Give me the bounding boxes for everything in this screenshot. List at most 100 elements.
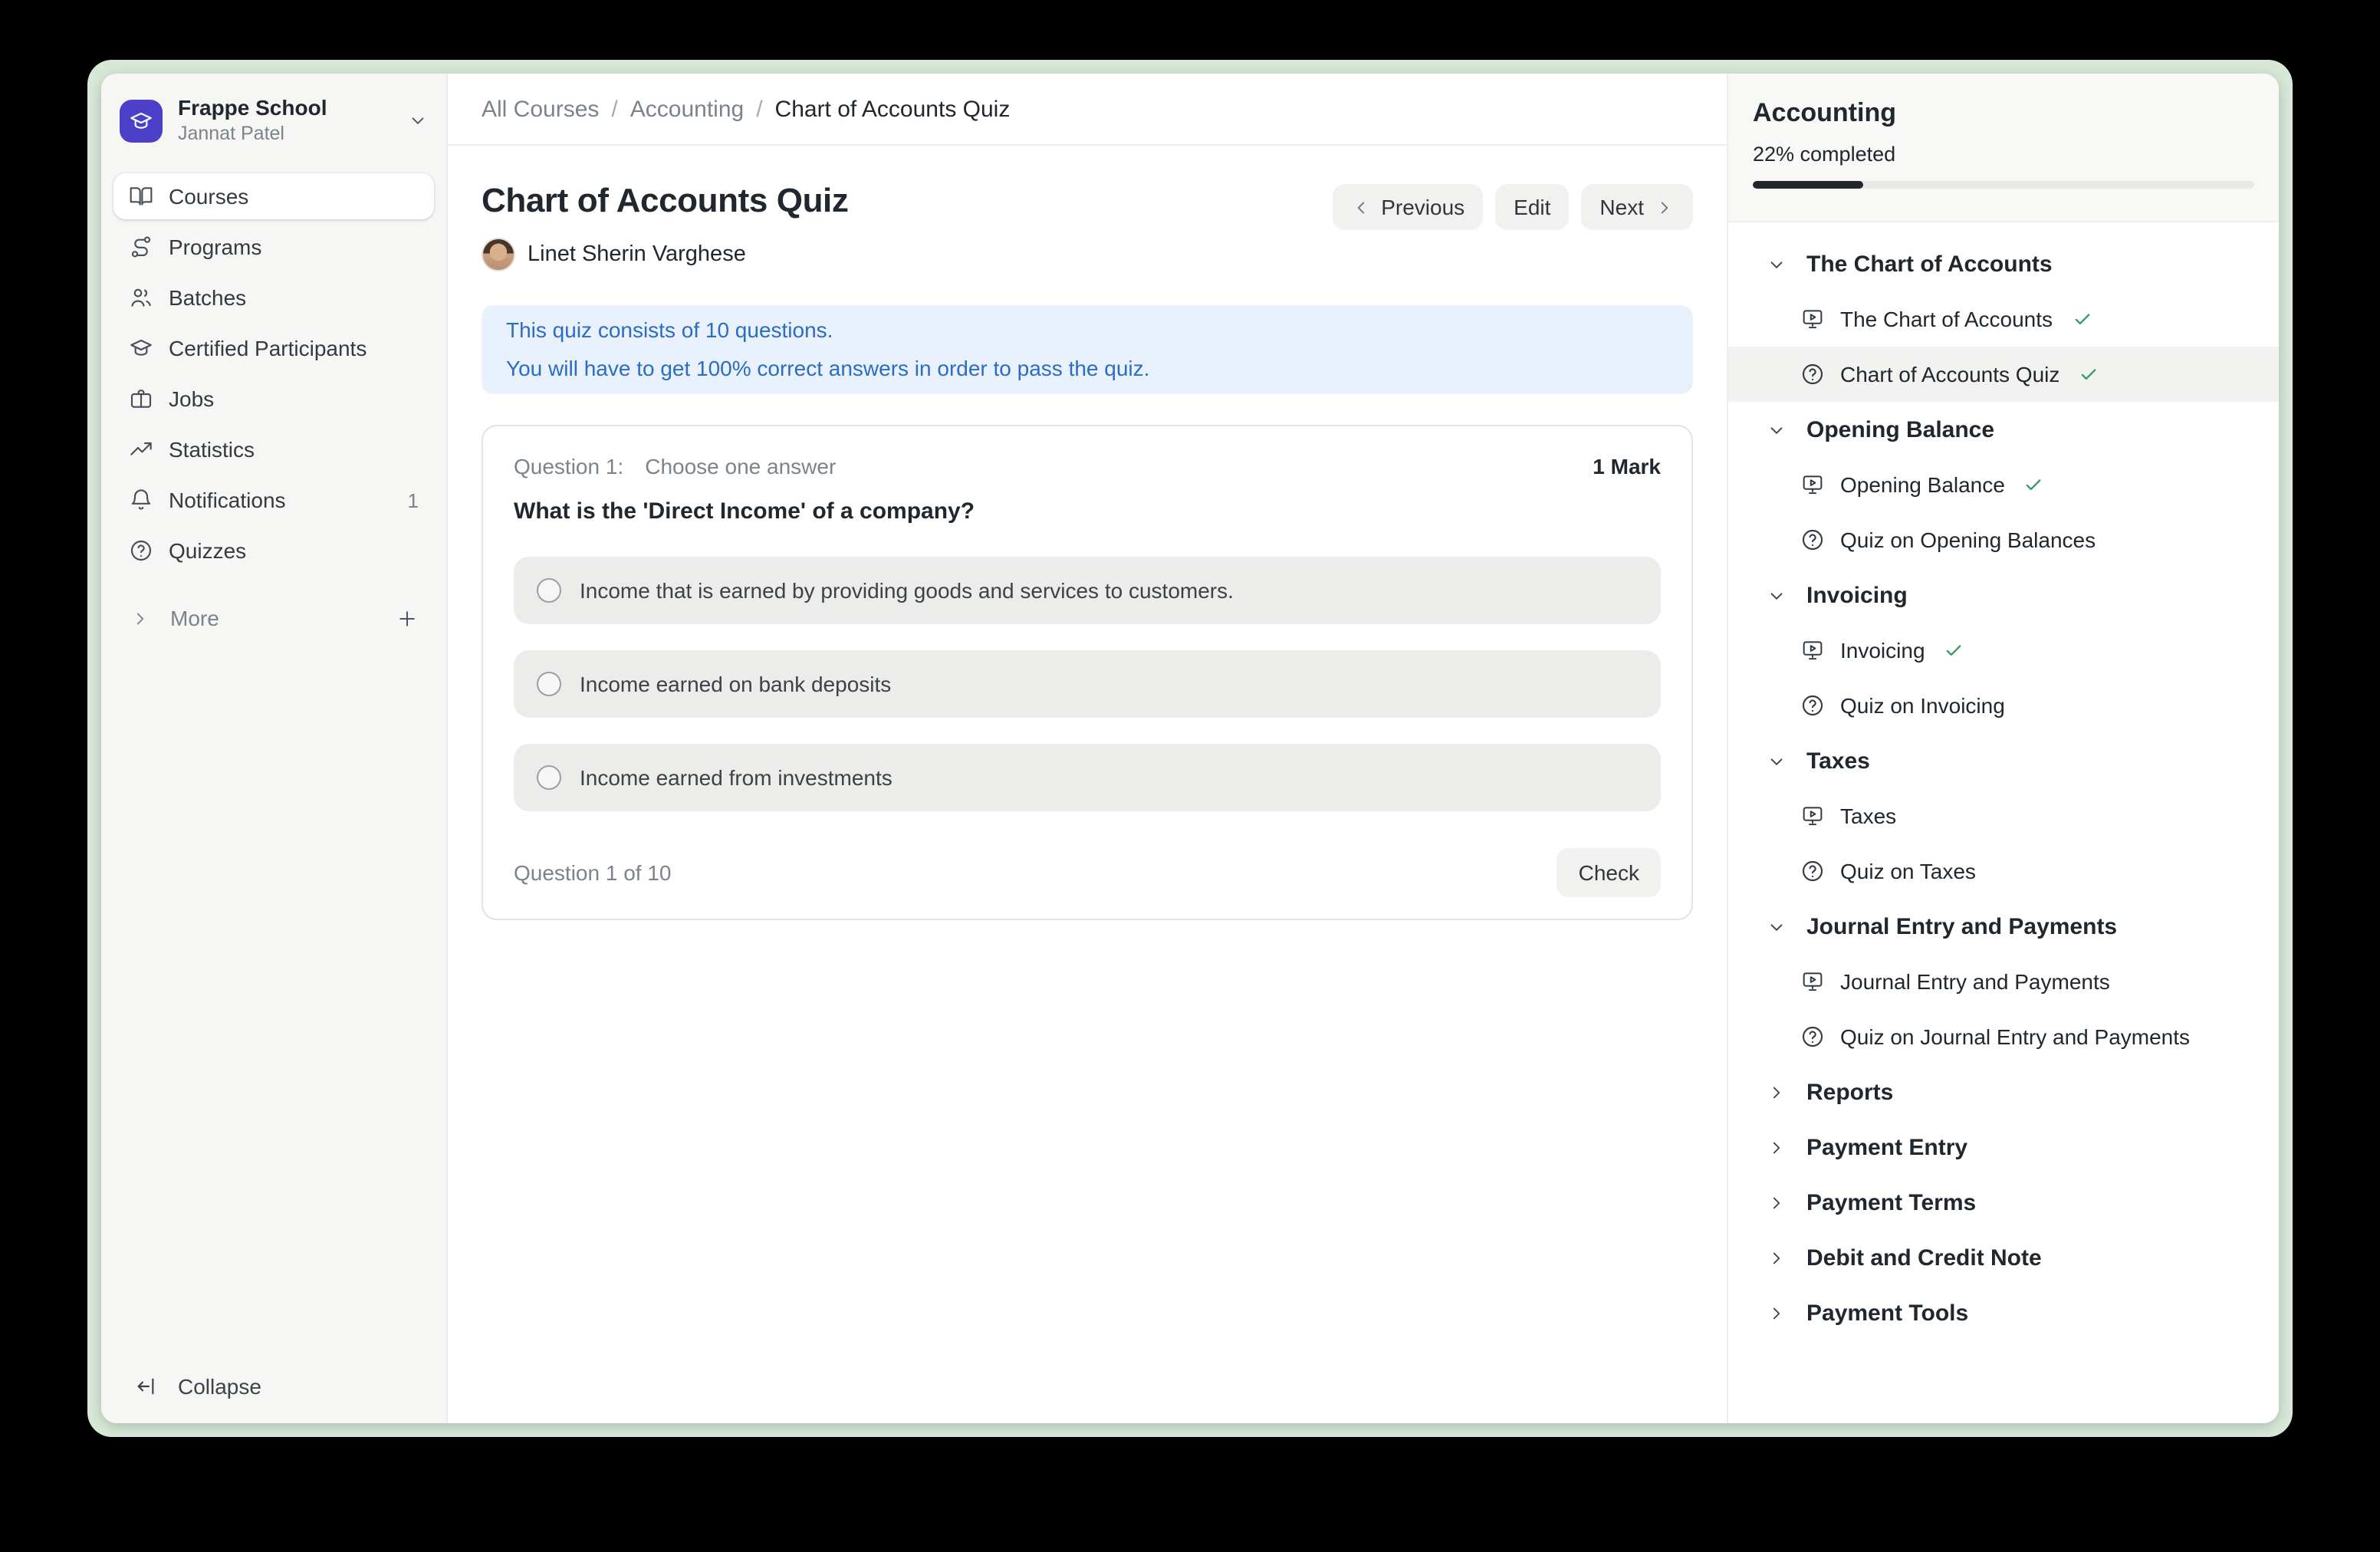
outline-section-journal-entry-and-payments[interactable]: Journal Entry and Payments (1728, 899, 2279, 954)
outline-section-reports[interactable]: Reports (1728, 1064, 2279, 1120)
question-instruction: Choose one answer (645, 454, 836, 478)
page-title: Chart of Accounts Quiz (482, 179, 848, 222)
outline-lesson-chart-of-accounts-quiz[interactable]: Chart of Accounts Quiz (1728, 347, 2279, 402)
bell-icon (129, 488, 153, 512)
outline-section-opening-balance[interactable]: Opening Balance (1728, 402, 2279, 457)
outline-section-the-chart-of-accounts[interactable]: The Chart of Accounts (1728, 236, 2279, 291)
breadcrumb-all-courses[interactable]: All Courses (482, 96, 599, 122)
outline-lesson-quiz-on-journal-entry-and-payments[interactable]: Quiz on Journal Entry and Payments (1728, 1009, 2279, 1064)
sidebar-more[interactable]: More (101, 595, 446, 641)
workspace-title: Frappe School (178, 95, 327, 121)
radio-button[interactable] (537, 765, 561, 790)
sidebar-item-batches[interactable]: Batches (113, 275, 434, 321)
course-outline-panel: Accounting 22% completed The Chart of Ac… (1727, 74, 2279, 1423)
outline-lesson-quiz-on-taxes[interactable]: Quiz on Taxes (1728, 843, 2279, 899)
help-circle-icon (1800, 859, 1825, 883)
chevron-right-icon (1767, 1082, 1787, 1102)
author-avatar (482, 238, 515, 271)
quiz-toolbar: Previous Edit Next (1332, 184, 1693, 230)
trending-up-icon (129, 437, 153, 462)
outline-lesson-the-chart-of-accounts[interactable]: The Chart of Accounts (1728, 291, 2279, 347)
answer-option[interactable]: Income that is earned by providing goods… (514, 557, 1661, 624)
answer-option[interactable]: Income earned from investments (514, 744, 1661, 811)
chevron-right-icon (1767, 1303, 1787, 1323)
sidebar-item-courses[interactable]: Courses (113, 173, 434, 219)
sidebar-item-programs[interactable]: Programs (113, 224, 434, 270)
author-name: Linet Sherin Varghese (528, 242, 746, 267)
briefcase-icon (129, 386, 153, 411)
outline-lesson-quiz-on-opening-balances[interactable]: Quiz on Opening Balances (1728, 512, 2279, 567)
edit-button[interactable]: Edit (1495, 184, 1569, 230)
chevron-down-icon (1767, 751, 1787, 771)
chevron-down-icon (1767, 916, 1787, 936)
app-window-frame: Frappe School Jannat Patel Courses Progr… (87, 60, 2293, 1437)
chevron-right-icon (130, 608, 150, 628)
check-button[interactable]: Check (1557, 848, 1661, 897)
sidebar-item-quizzes[interactable]: Quizzes (113, 528, 434, 574)
monitor-play-icon (1800, 472, 1825, 497)
more-label: More (170, 606, 219, 630)
check-icon (1944, 640, 1965, 661)
graduation-cap-icon (129, 108, 153, 133)
course-progress-header: Accounting 22% completed (1728, 74, 2279, 222)
outline-section-payment-entry[interactable]: Payment Entry (1728, 1120, 2279, 1175)
outline-section-payment-terms[interactable]: Payment Terms (1728, 1175, 2279, 1230)
next-button[interactable]: Next (1581, 184, 1693, 230)
workspace-switcher[interactable]: Frappe School Jannat Patel (101, 74, 446, 164)
check-icon (2078, 363, 2099, 385)
quiz-instruction-line: This quiz consists of 10 questions. (506, 311, 1668, 350)
center-column: All Courses / Accounting / Chart of Acco… (448, 74, 1727, 1423)
sidebar-item-statistics[interactable]: Statistics (113, 426, 434, 472)
answer-option[interactable]: Income earned on bank deposits (514, 650, 1661, 718)
outline-section-invoicing[interactable]: Invoicing (1728, 567, 2279, 623)
question-marks: 1 Mark (1593, 454, 1661, 478)
chevron-down-icon[interactable] (408, 110, 428, 130)
help-circle-icon (1800, 1024, 1825, 1049)
chevron-down-icon (1767, 254, 1787, 274)
breadcrumb-accounting[interactable]: Accounting (630, 96, 744, 122)
check-icon (2023, 474, 2045, 495)
outline-section-payment-tools[interactable]: Payment Tools (1728, 1285, 2279, 1340)
outline-section-debit-and-credit-note[interactable]: Debit and Credit Note (1728, 1230, 2279, 1285)
collapse-label: Collapse (178, 1374, 261, 1399)
outline-lesson-taxes[interactable]: Taxes (1728, 788, 2279, 843)
outline-lesson-quiz-on-invoicing[interactable]: Quiz on Invoicing (1728, 678, 2279, 733)
workspace-user: Jannat Patel (178, 123, 327, 146)
monitor-play-icon (1800, 638, 1825, 663)
help-circle-icon (1800, 693, 1825, 718)
radio-button[interactable] (537, 672, 561, 696)
previous-button[interactable]: Previous (1332, 184, 1483, 230)
outline-lesson-invoicing[interactable]: Invoicing (1728, 623, 2279, 678)
course-outline: The Chart of Accounts The Chart of Accou… (1728, 222, 2279, 1423)
chevron-right-icon (1767, 1137, 1787, 1157)
monitor-play-icon (1800, 804, 1825, 828)
breadcrumb: All Courses / Accounting / Chart of Acco… (448, 74, 1727, 146)
monitor-play-icon (1800, 969, 1825, 994)
chevron-down-icon (1767, 585, 1787, 605)
quiz-author: Linet Sherin Varghese (482, 238, 848, 271)
sidebar-item-certified-participants[interactable]: Certified Participants (113, 325, 434, 371)
monitor-play-icon (1800, 307, 1825, 331)
collapse-icon (135, 1374, 159, 1399)
collapse-sidebar-button[interactable]: Collapse (101, 1363, 446, 1409)
answer-options: Income that is earned by providing goods… (514, 557, 1661, 811)
breadcrumb-separator: / (756, 96, 762, 122)
breadcrumb-separator: / (611, 96, 617, 122)
sidebar-item-jobs[interactable]: Jobs (113, 376, 434, 422)
help-circle-icon (1800, 528, 1825, 552)
users-icon (129, 285, 153, 310)
outline-lesson-opening-balance[interactable]: Opening Balance (1728, 457, 2279, 512)
plus-icon[interactable] (396, 607, 419, 630)
question-card: Question 1: Choose one answer 1 Mark Wha… (482, 425, 1693, 920)
left-sidebar: Frappe School Jannat Patel Courses Progr… (101, 74, 448, 1423)
quiz-page: Chart of Accounts Quiz Linet Sherin Varg… (448, 146, 1727, 1423)
outline-section-taxes[interactable]: Taxes (1728, 733, 2279, 788)
outline-lesson-journal-entry-and-payments[interactable]: Journal Entry and Payments (1728, 954, 2279, 1009)
course-completion-label: 22% completed (1753, 143, 2254, 166)
radio-button[interactable] (537, 578, 561, 603)
question-progress: Question 1 of 10 (514, 860, 672, 885)
quiz-instruction-line: You will have to get 100% correct answer… (506, 350, 1668, 388)
route-icon (129, 235, 153, 259)
sidebar-item-notifications[interactable]: Notifications 1 (113, 477, 434, 523)
frappe-school-logo (120, 99, 163, 142)
